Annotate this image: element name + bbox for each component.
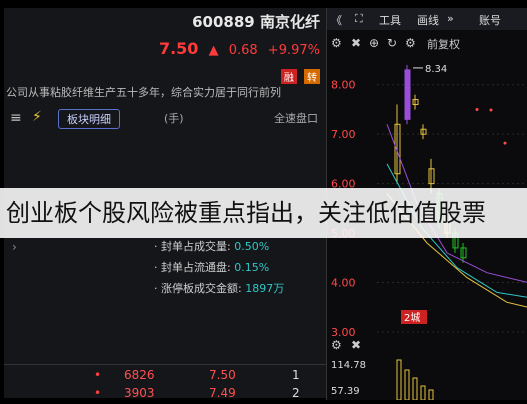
price-row: 7.50 ▲ 0.68 +9.97% bbox=[153, 39, 320, 58]
list-icon[interactable]: ≡ bbox=[10, 110, 22, 126]
info-item: · 封单占流通盘: 0.15% bbox=[154, 261, 270, 274]
volume-bar bbox=[404, 369, 410, 400]
lower-toolbar: ⚙ ✖ bbox=[327, 338, 527, 356]
convert-tag: 转 bbox=[304, 69, 320, 84]
tab-account[interactable]: 账号 bbox=[479, 12, 501, 28]
chart-toolbar: ⚙ ✖ ⊕ ↻ ⚙ 前复权 bbox=[327, 34, 527, 54]
table-row[interactable]: • 3903 7.49 2 bbox=[4, 386, 326, 404]
margin-tag: 融 bbox=[280, 69, 297, 84]
plus-icon[interactable]: ⊕ bbox=[369, 36, 379, 50]
data-point bbox=[475, 107, 479, 111]
badge-label: 2城 bbox=[404, 312, 420, 324]
tab-tools[interactable]: 工具 bbox=[379, 12, 401, 28]
adjust-mode[interactable]: 前复权 bbox=[427, 36, 460, 52]
refresh-icon[interactable]: ↻ bbox=[387, 36, 397, 50]
collapse-chevron-icon[interactable]: › bbox=[12, 240, 17, 254]
volume-bar bbox=[412, 377, 418, 400]
lightning-icon[interactable]: ⚡ bbox=[32, 109, 42, 125]
right-tabbar: 《 ⛶ 工具 画线 » 账号 bbox=[327, 8, 527, 30]
volume-bar bbox=[428, 389, 434, 400]
tab-draw[interactable]: 画线 bbox=[417, 12, 439, 28]
close-icon[interactable]: ✖ bbox=[351, 36, 361, 50]
table-divider bbox=[4, 364, 326, 365]
volume-tick-label: 114.78 bbox=[331, 360, 366, 371]
y-tick-label: 8.00 bbox=[331, 79, 356, 92]
up-arrow-icon: ▲ bbox=[208, 43, 219, 58]
stock-title: 600889 南京化纤 bbox=[192, 11, 320, 32]
info-item: · 涨停板成交金额: 1897万 bbox=[154, 282, 285, 295]
price-change: 0.68 bbox=[228, 43, 258, 58]
seal-info-list: · 封单占成交量: 0.50% · 封单占流通盘: 0.15% · 涨停板成交金… bbox=[154, 238, 284, 301]
board-detail-button[interactable]: 板块明细 bbox=[58, 109, 120, 129]
expand-icon[interactable]: 《 bbox=[331, 12, 342, 28]
app-window: 600889 南京化纤 7.50 ▲ 0.68 +9.97% 融 转 公司从事粘… bbox=[0, 0, 527, 400]
gear-icon[interactable]: ⚙ bbox=[331, 36, 342, 50]
y-tick-label: 4.00 bbox=[331, 277, 356, 290]
fullscreen-icon[interactable]: ⛶ bbox=[355, 12, 363, 26]
lower-close-icon[interactable]: ✖ bbox=[351, 338, 361, 352]
tab-more[interactable]: » bbox=[447, 12, 454, 25]
volume-bar bbox=[396, 359, 402, 400]
settings-icon[interactable]: ⚙ bbox=[405, 36, 416, 50]
stock-code: 600889 bbox=[192, 13, 255, 31]
detail-toolbar: ≡ ⚡ 板块明细 (手) 全速盘口 bbox=[4, 106, 326, 132]
volume-chart: 114.78 57.39 bbox=[331, 359, 434, 400]
current-price: 7.50 bbox=[158, 39, 199, 58]
y-tick-label: 7.00 bbox=[331, 128, 356, 141]
price-change-pct: +9.97% bbox=[267, 43, 320, 58]
company-description: 公司从事粘胶纤维生产五十多年，综合实力居于同行前列 bbox=[6, 86, 281, 99]
stock-name: 南京化纤 bbox=[259, 13, 320, 31]
volume-bar bbox=[420, 385, 426, 400]
table-row[interactable]: • 6826 7.50 1 bbox=[4, 368, 326, 386]
lower-gear-icon[interactable]: ⚙ bbox=[331, 338, 342, 352]
stock-tags: 融 转 bbox=[279, 66, 320, 85]
candle-body bbox=[404, 69, 411, 120]
y-tick-label: 3.00 bbox=[331, 326, 356, 336]
volume-tick-label: 57.39 bbox=[331, 386, 360, 397]
annotation-label: 8.34 bbox=[425, 64, 447, 75]
data-point bbox=[489, 108, 493, 112]
headline-banner: 创业板个股风险被重点指出，关注低估值股票 bbox=[0, 188, 527, 238]
stock-title-row: 600889 南京化纤 bbox=[4, 8, 326, 32]
data-point bbox=[503, 141, 507, 145]
full-speed-mode[interactable]: 全速盘口 bbox=[274, 110, 318, 126]
hand-unit-label: (手) bbox=[164, 112, 184, 125]
info-item: · 封单占成交量: 0.50% bbox=[154, 240, 270, 253]
